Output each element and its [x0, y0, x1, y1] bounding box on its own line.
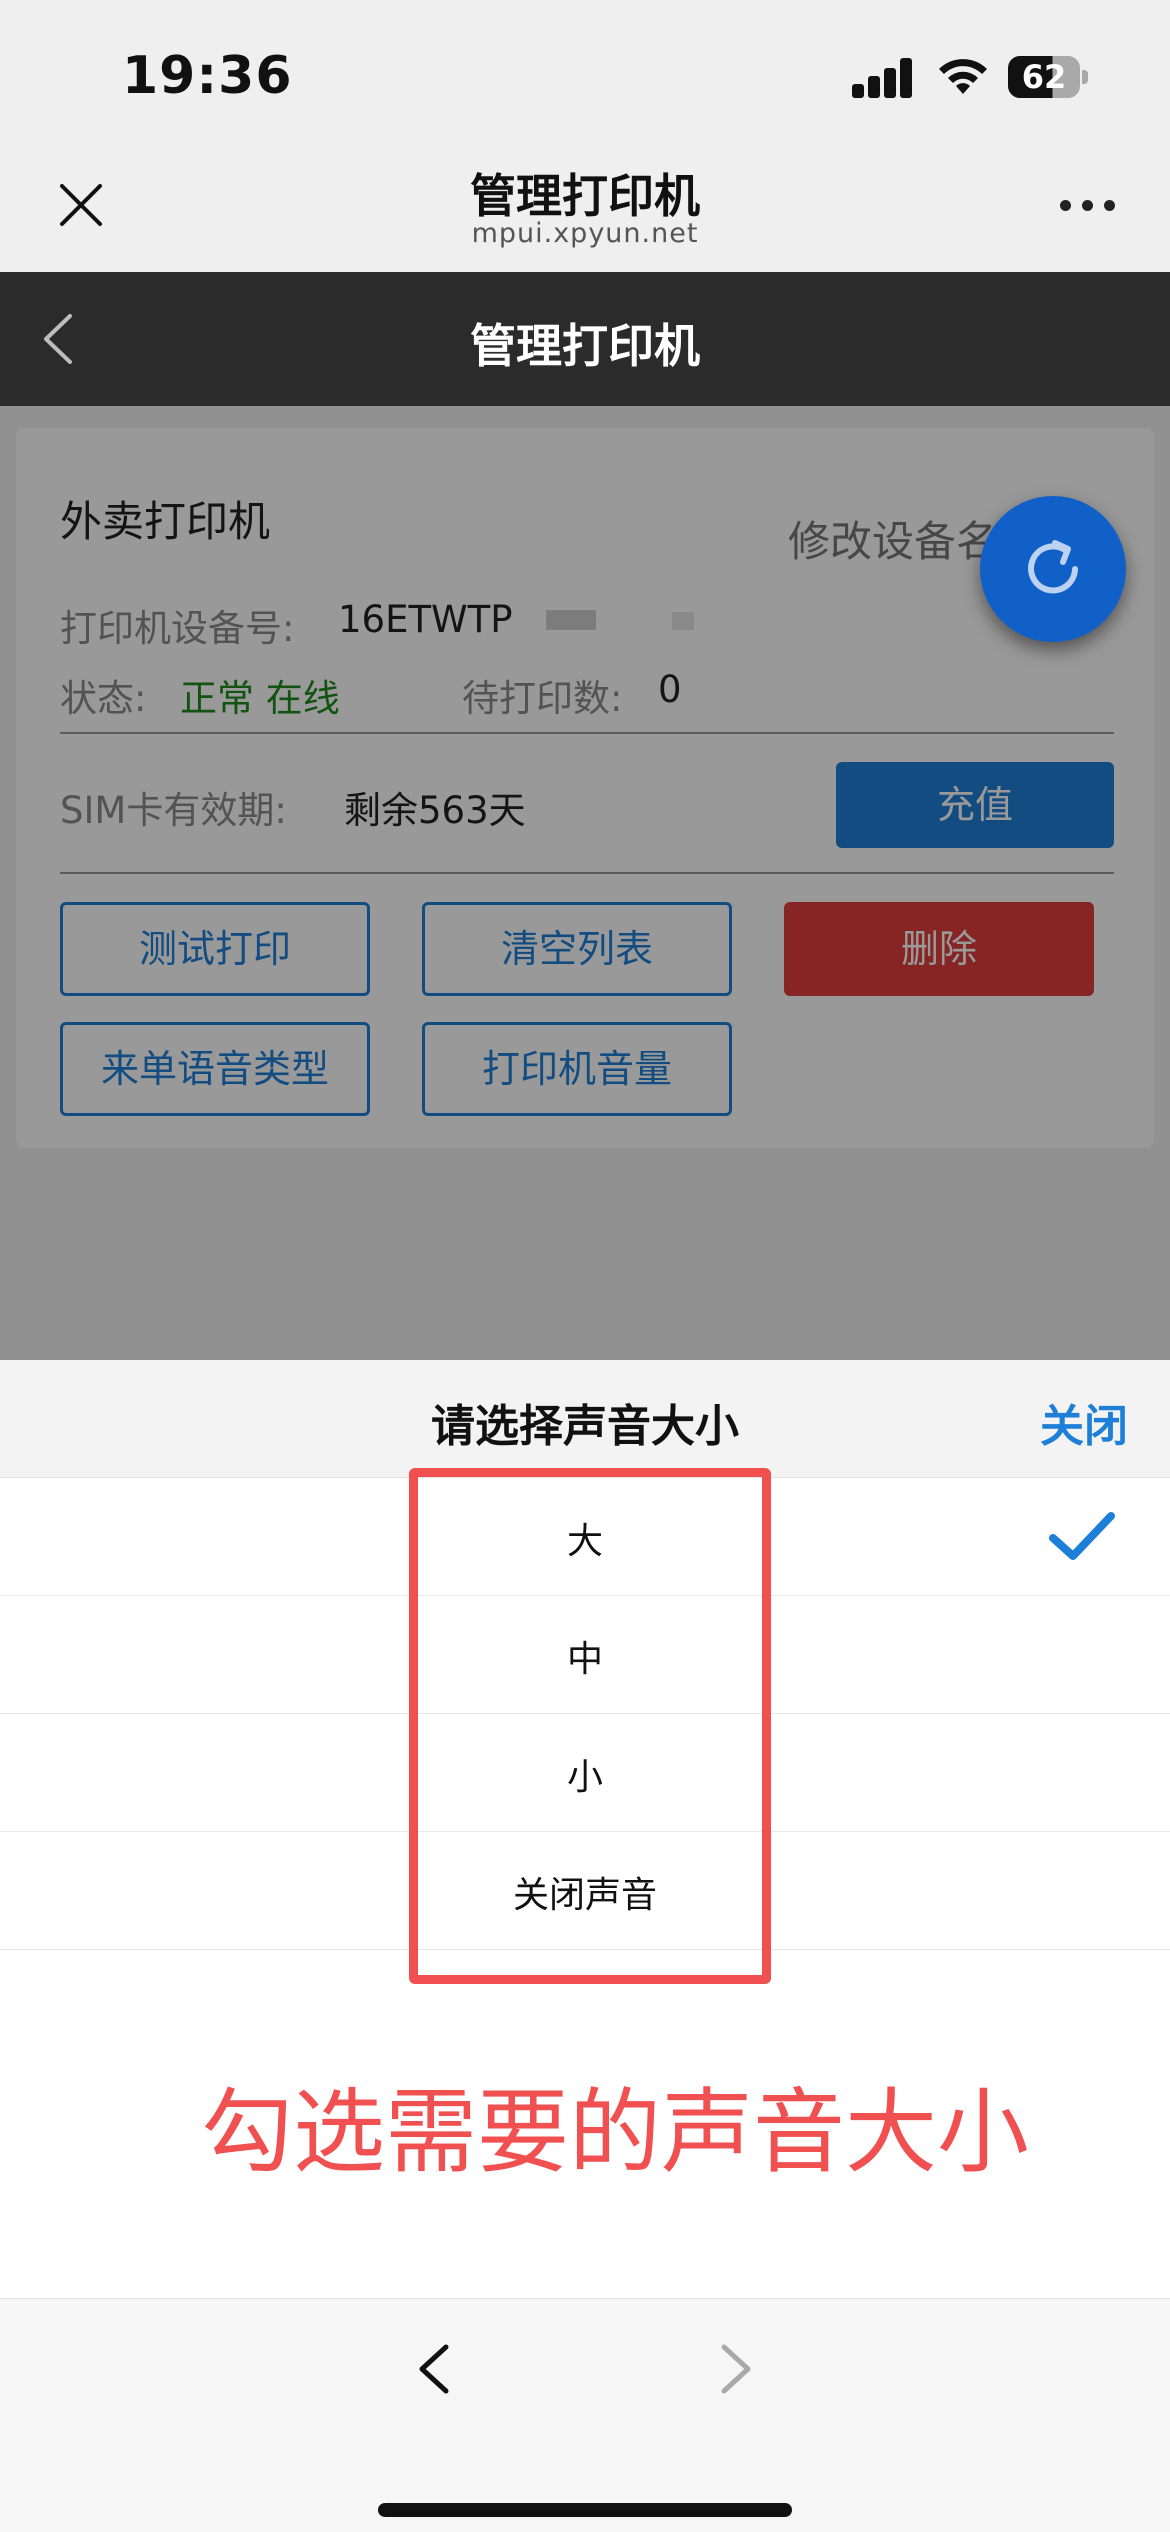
- sheet-header: 请选择声音大小 关闭: [0, 1360, 1170, 1478]
- battery-level: 62: [1021, 58, 1067, 96]
- browser-url: mpui.xpyun.net: [471, 218, 699, 249]
- refresh-icon: [1028, 540, 1078, 594]
- status-bar: 19:36 62: [0, 0, 1170, 140]
- annotation-text: 勾选需要的声音大小: [200, 2079, 1029, 2186]
- app-nav-bar: 管理打印机: [0, 272, 1170, 406]
- sheet-title: 请选择声音大小: [431, 1401, 739, 1452]
- status-time: 19:36: [122, 46, 293, 106]
- cellular-signal-icon: [852, 58, 914, 98]
- browser-title: 管理打印机: [470, 169, 700, 223]
- annotation-highlight-box: [409, 1468, 771, 1984]
- more-icon[interactable]: [1060, 200, 1116, 216]
- sheet-close-button[interactable]: 关闭: [1040, 1390, 1128, 1454]
- browser-header: 管理打印机 mpui.xpyun.net: [0, 140, 1170, 272]
- page-title: 管理打印机: [470, 319, 700, 373]
- check-icon: [1049, 1512, 1115, 1560]
- wifi-icon: [939, 59, 987, 94]
- chevron-left-icon[interactable]: [414, 2341, 454, 2397]
- browser-toolbar: [0, 2298, 1170, 2532]
- chevron-right-icon[interactable]: [716, 2341, 756, 2397]
- refresh-button[interactable]: [980, 496, 1126, 642]
- home-indicator: [378, 2503, 792, 2517]
- battery-icon: 62: [1008, 56, 1088, 98]
